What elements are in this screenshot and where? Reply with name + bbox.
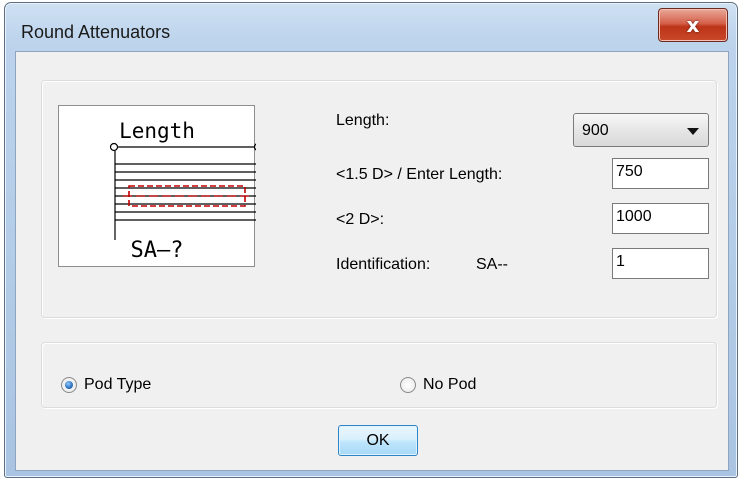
- identification-input[interactable]: 1: [612, 248, 709, 279]
- close-icon: x: [686, 13, 700, 37]
- window-title: Round Attenuators: [21, 22, 171, 42]
- ok-button[interactable]: OK: [338, 425, 418, 456]
- title-bar[interactable]: Round Attenuators x: [5, 3, 737, 51]
- attenuator-body-lines: [115, 163, 256, 221]
- pod-type-radio[interactable]: [61, 377, 77, 393]
- radio-selected-dot: [65, 381, 73, 389]
- length-label: Length:: [336, 112, 390, 129]
- attenuator-diagram: Length SA–?: [58, 105, 256, 267]
- length-dropdown-value: 900: [582, 122, 609, 139]
- d15-label: <1.5 D> / Enter Length:: [336, 166, 503, 183]
- no-pod-radio[interactable]: [400, 377, 416, 393]
- no-pod-label[interactable]: No Pod: [423, 376, 476, 394]
- d2-label: <2 D>:: [336, 211, 385, 228]
- pod-type-label[interactable]: Pod Type: [84, 376, 151, 394]
- ok-button-label: OK: [366, 431, 390, 449]
- diagram-id-label: SA–?: [131, 238, 184, 263]
- identification-prefix: SA--: [476, 256, 508, 273]
- dialog-client-area: Length SA–? Length: 900 <1.5 D> / Enter …: [15, 51, 729, 471]
- diagram-length-label: Length: [119, 119, 195, 143]
- length-dropdown[interactable]: 900: [573, 113, 709, 147]
- dimension-endpoint-right: [253, 143, 256, 151]
- close-button[interactable]: x: [658, 8, 728, 42]
- d15-length-input[interactable]: 750: [612, 158, 709, 189]
- pod-option-group: [41, 342, 717, 408]
- dialog-window: Round Attenuators x Length SA–? Length: …: [4, 2, 738, 478]
- dimension-endpoint-left: [109, 142, 119, 152]
- attenuator-drawing: Length SA–?: [109, 119, 256, 263]
- chevron-down-icon: [687, 128, 699, 135]
- identification-label: Identification:: [336, 256, 431, 273]
- d2-length-input[interactable]: 1000: [612, 203, 709, 234]
